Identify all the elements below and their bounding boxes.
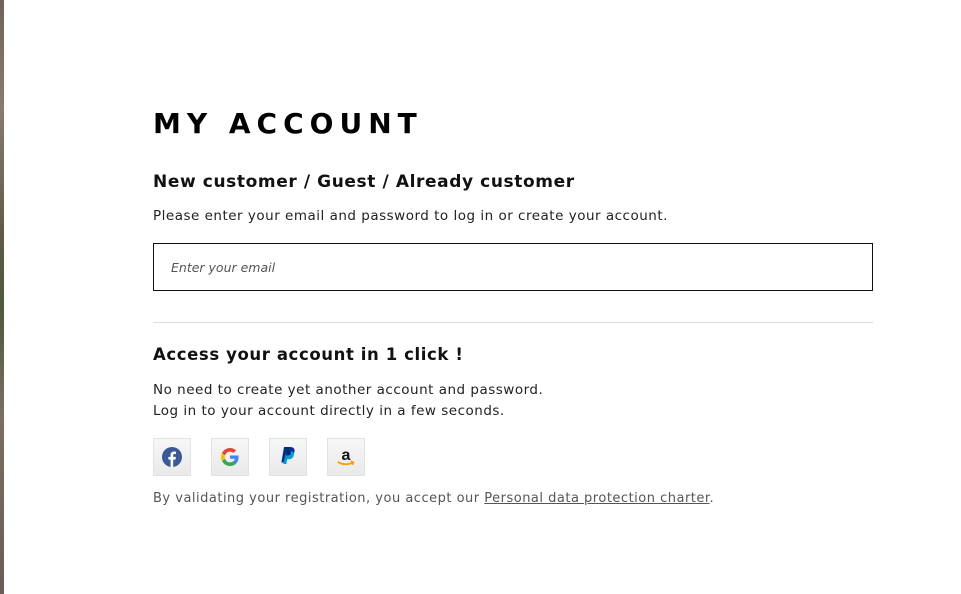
social-login-title: Access your account in 1 click !: [153, 345, 464, 364]
login-instructions: Please enter your email and password to …: [153, 208, 668, 224]
email-input[interactable]: [171, 259, 855, 275]
social-login-description: No need to create yet another account an…: [153, 380, 873, 422]
paypal-icon: [281, 447, 295, 464]
facebook-login-button[interactable]: [153, 438, 191, 476]
legal-suffix: .: [709, 491, 715, 506]
section-divider: [153, 322, 873, 323]
amazon-icon: a: [337, 447, 355, 466]
page-title: MY ACCOUNT: [153, 107, 423, 140]
google-icon: [221, 448, 239, 466]
legal-prefix: By validating your registration, you acc…: [153, 491, 485, 506]
facebook-icon: [162, 447, 182, 467]
legal-notice: By validating your registration, you acc…: [153, 490, 873, 508]
google-login-button[interactable]: [211, 438, 249, 476]
social-desc-line-2: Log in to your account directly in a few…: [153, 403, 505, 419]
paypal-login-button[interactable]: [269, 438, 307, 476]
social-desc-line-1: No need to create yet another account an…: [153, 382, 544, 398]
amazon-login-button[interactable]: a: [327, 438, 365, 476]
privacy-charter-link[interactable]: Personal data protection charter: [484, 491, 709, 506]
svg-text:a: a: [342, 447, 351, 464]
background-image-edge: [0, 0, 4, 594]
email-field[interactable]: [153, 243, 873, 291]
customer-subtitle: New customer / Guest / Already customer: [153, 172, 575, 192]
social-login-buttons: a: [153, 438, 873, 476]
account-panel: MY ACCOUNT New customer / Guest / Alread…: [153, 106, 873, 508]
